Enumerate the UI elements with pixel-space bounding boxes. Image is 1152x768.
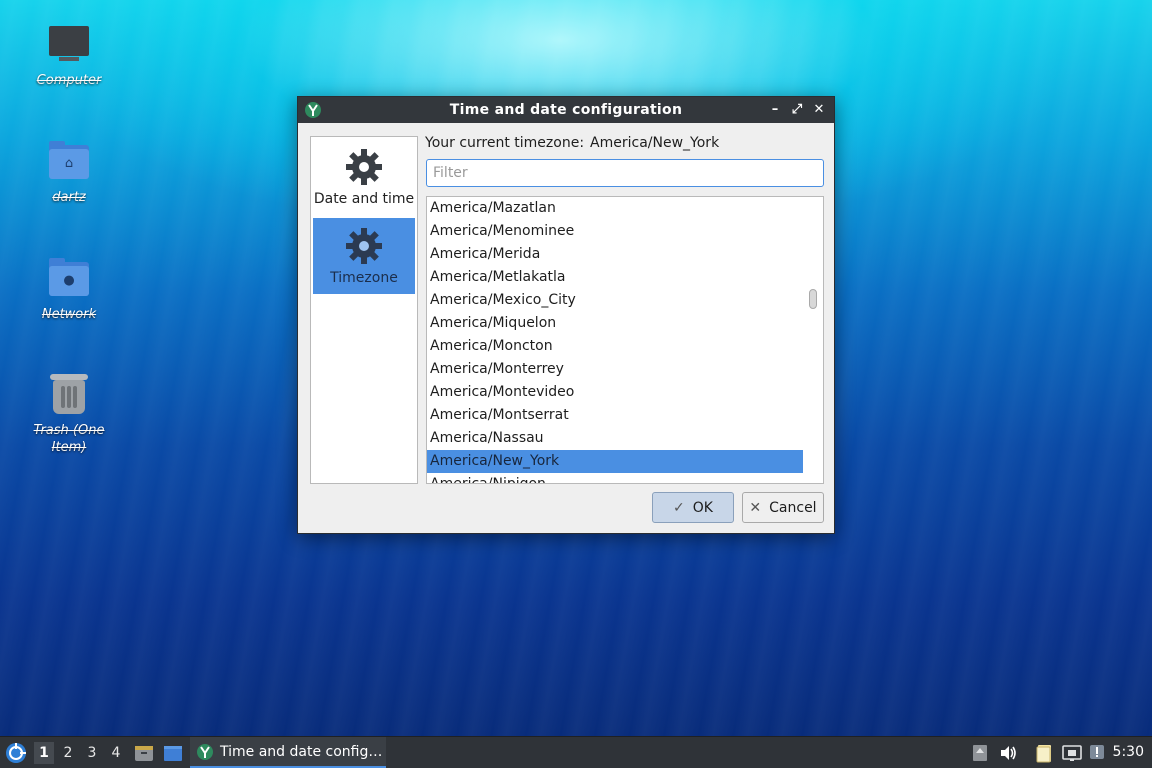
workspace-3[interactable]: 3	[82, 742, 102, 764]
time-date-dialog: Time and date configuration – ⤢ ✕ Date a…	[297, 96, 835, 534]
timezone-list-item[interactable]: America/Nassau	[427, 427, 803, 450]
computer-icon	[47, 22, 91, 66]
timezone-list-item[interactable]: America/Mexico_City	[427, 289, 803, 312]
app-icon	[197, 743, 213, 760]
taskbar-clock[interactable]: 5:30	[1113, 744, 1144, 760]
workspace-4[interactable]: 4	[106, 742, 126, 764]
desktop-icon-computer[interactable]: Computer	[19, 22, 119, 89]
sidebar-item-timezone[interactable]: Timezone	[313, 218, 415, 294]
minimize-button[interactable]: –	[766, 100, 784, 120]
timezone-list[interactable]: America/Mazatlan America/Menominee America…	[426, 196, 824, 484]
volume-icon[interactable]	[998, 743, 1018, 763]
taskbar: 1 2 3 4 Time and date config… 5:30	[0, 736, 1152, 768]
current-timezone-value: America/New_York	[590, 135, 720, 151]
desktop-icon-label: Network	[41, 307, 97, 322]
desktop-icon-network[interactable]: ● Network	[19, 256, 119, 323]
timezone-list-item[interactable]: America/Moncton	[427, 335, 803, 358]
close-button[interactable]: ✕	[810, 100, 828, 120]
desktop-icon-label: Trash (One Item)	[33, 423, 105, 455]
timezone-list-item[interactable]: America/Mazatlan	[427, 197, 803, 220]
trash-icon	[47, 372, 91, 416]
start-menu-icon[interactable]	[4, 741, 28, 765]
workspace-1[interactable]: 1	[34, 742, 54, 764]
network-tray-icon[interactable]	[1062, 743, 1082, 763]
timezone-list-item[interactable]: America/Montserrat	[427, 404, 803, 427]
home-folder-icon: ⌂	[47, 139, 91, 183]
task-time-date-config[interactable]: Time and date config…	[190, 737, 386, 768]
timezone-list-item[interactable]: America/Nipigon	[427, 473, 803, 483]
timezone-list-items: America/Mazatlan America/Menominee America…	[427, 197, 803, 483]
current-timezone: Your current timezone: America/New_York	[425, 135, 719, 151]
ok-button[interactable]: ✓ OK	[652, 492, 734, 523]
desktop-icon-label: dartz	[52, 190, 86, 205]
list-scrollbar[interactable]	[809, 289, 817, 309]
cancel-label: Cancel	[769, 499, 817, 516]
cancel-button[interactable]: ✕ Cancel	[742, 492, 824, 523]
timezone-list-item[interactable]: America/New_York	[427, 450, 803, 473]
app-icon	[305, 102, 321, 118]
notification-icon[interactable]	[1088, 743, 1108, 763]
sidebar-item-date-and-time[interactable]: Date and time	[313, 139, 415, 215]
workspace-2[interactable]: 2	[58, 742, 78, 764]
gear-icon	[346, 228, 382, 264]
file-manager-icon[interactable]	[134, 743, 154, 763]
maximize-button[interactable]: ⤢	[788, 100, 806, 120]
gear-icon	[346, 149, 382, 185]
desktop-icon-dartz[interactable]: ⌂ dartz	[19, 139, 119, 206]
timezone-list-item[interactable]: America/Merida	[427, 243, 803, 266]
timezone-list-item[interactable]: America/Monterrey	[427, 358, 803, 381]
desktop-icon-trash[interactable]: Trash (One Item)	[19, 372, 119, 456]
clipboard-icon[interactable]	[1034, 743, 1054, 763]
dialog-titlebar[interactable]: Time and date configuration – ⤢ ✕	[298, 97, 834, 123]
current-timezone-label: Your current timezone:	[425, 135, 585, 151]
task-label: Time and date config…	[220, 743, 383, 760]
check-icon: ✓	[673, 499, 685, 516]
ok-label: OK	[692, 499, 713, 516]
sidebar-item-label: Date and time	[313, 191, 415, 207]
dialog-title: Time and date configuration	[449, 102, 683, 118]
timezone-list-item[interactable]: America/Menominee	[427, 220, 803, 243]
update-icon[interactable]	[970, 743, 990, 763]
show-desktop-icon[interactable]	[163, 743, 183, 763]
network-folder-icon: ●	[47, 256, 91, 300]
dialog-sidebar: Date and time Timezone	[310, 136, 418, 484]
cancel-x-icon: ✕	[749, 499, 762, 516]
filter-input[interactable]	[426, 159, 824, 187]
timezone-list-item[interactable]: America/Metlakatla	[427, 266, 803, 289]
sidebar-item-label: Timezone	[330, 270, 398, 286]
timezone-list-item[interactable]: America/Montevideo	[427, 381, 803, 404]
desktop-icon-label: Computer	[36, 73, 102, 88]
timezone-list-item[interactable]: America/Miquelon	[427, 312, 803, 335]
